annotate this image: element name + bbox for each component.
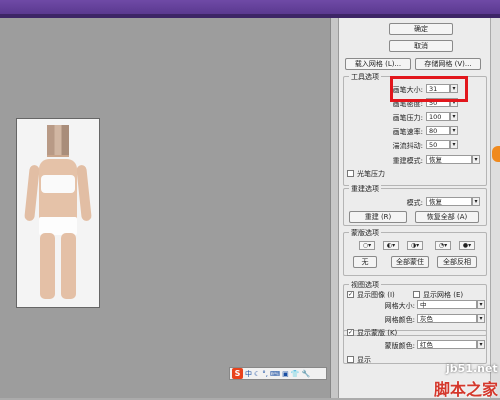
brush-pressure-input[interactable]: 100 xyxy=(426,112,450,121)
brush-rate-input[interactable]: 80 xyxy=(426,126,450,135)
ime-mode-label[interactable]: 中 xyxy=(245,369,252,379)
turbulent-jitter-dropdown[interactable]: ▾ xyxy=(450,140,458,149)
photo-preview[interactable] xyxy=(16,118,100,308)
view-options-title: 视图选项 xyxy=(349,280,381,290)
side-handle-icon[interactable] xyxy=(492,146,500,162)
mask-color-label: 蒙版颜色: xyxy=(384,342,415,350)
mesh-color-dropdown[interactable]: ▾ xyxy=(477,314,485,323)
mask-color-select[interactable]: 红色 xyxy=(417,340,477,349)
skin-icon[interactable]: ▣ xyxy=(282,370,289,378)
stylus-pressure-checkbox[interactable] xyxy=(347,170,354,177)
load-mesh-button[interactable]: 载入网格 (L)... xyxy=(345,58,411,70)
panel-scrollbar[interactable] xyxy=(490,18,500,398)
show-image-checkbox[interactable]: ✓ xyxy=(347,291,354,298)
site-watermark: jb51.net 脚本之家 xyxy=(420,360,500,399)
mask-none-button[interactable]: 无 xyxy=(353,256,377,268)
brush-rate-label: 画笔速率: xyxy=(392,128,423,136)
face-mosaic xyxy=(47,125,69,155)
figure-top xyxy=(41,175,75,193)
ok-button[interactable]: 确定 xyxy=(389,23,453,35)
show-mesh-label: 显示网格 (E) xyxy=(423,291,464,299)
mesh-color-select[interactable]: 灰色 xyxy=(417,314,477,323)
brush-size-highlight-box xyxy=(390,76,468,102)
rebuild-mode-label: 重建模式: xyxy=(392,157,423,165)
invert-all-button[interactable]: 全部反相 xyxy=(437,256,477,268)
mesh-color-label: 网格颜色: xyxy=(384,316,415,324)
shirt-icon[interactable]: 👕 xyxy=(291,370,300,378)
mask-invert-icon[interactable]: ●▾ xyxy=(459,241,475,250)
mask-options-title: 蒙版选项 xyxy=(349,228,381,238)
wrench-icon[interactable]: 🔧 xyxy=(301,370,310,378)
cancel-button[interactable]: 取消 xyxy=(389,40,453,52)
show-mask-checkbox[interactable]: ✓ xyxy=(347,329,354,336)
moon-icon[interactable]: ☾ xyxy=(254,370,260,378)
restore-all-button[interactable]: 恢复全部 (A) xyxy=(415,211,479,223)
mask-options-group xyxy=(343,232,487,276)
rebuild-options-title: 重建选项 xyxy=(349,184,381,194)
mode-label: 模式: xyxy=(406,199,423,207)
figure-left-arm xyxy=(24,164,40,222)
mask-intersect-icon[interactable]: ◔▾ xyxy=(435,241,451,250)
turbulent-jitter-input[interactable]: 50 xyxy=(426,140,450,149)
show-backdrop-checkbox[interactable] xyxy=(347,356,354,363)
liquify-options-panel: 确定 取消 载入网格 (L)... 存储网格 (V)... 工具选项 画笔大小:… xyxy=(338,18,490,398)
keyboard-icon[interactable]: ⌨ xyxy=(270,370,280,378)
mask-subtract-icon[interactable]: ◑▾ xyxy=(407,241,423,250)
mask-color-dropdown[interactable]: ▾ xyxy=(477,340,485,349)
stylus-pressure-label: 光笔压力 xyxy=(357,170,385,178)
window-title-bar xyxy=(0,0,500,18)
brush-rate-dropdown[interactable]: ▾ xyxy=(450,126,458,135)
show-backdrop-label: 显示 xyxy=(357,356,371,364)
turbulent-jitter-label: 湍流抖动: xyxy=(392,142,423,150)
mask-replace-icon[interactable]: ○▾ xyxy=(359,241,375,250)
figure-right-arm xyxy=(76,164,92,222)
watermark-name: 脚本之家 xyxy=(434,380,499,399)
mesh-size-label: 网格大小: xyxy=(384,302,415,310)
mask-all-button[interactable]: 全部蒙住 xyxy=(391,256,429,268)
show-mesh-checkbox[interactable] xyxy=(413,291,420,298)
mask-add-icon[interactable]: ◐▾ xyxy=(383,241,399,250)
rebuild-button[interactable]: 重建 (R) xyxy=(349,211,407,223)
tool-options-title: 工具选项 xyxy=(349,72,381,82)
mesh-size-dropdown[interactable]: ▾ xyxy=(477,300,485,309)
rebuild-mode-select[interactable]: 恢复 xyxy=(426,155,472,164)
panel-divider[interactable] xyxy=(330,18,338,398)
show-image-label: 显示图像 (I) xyxy=(357,291,395,299)
rebuild-mode-dropdown[interactable]: ▾ xyxy=(472,155,480,164)
mesh-size-select[interactable]: 中 xyxy=(417,300,477,309)
save-mesh-button[interactable]: 存储网格 (V)... xyxy=(415,58,481,70)
mode-dropdown[interactable]: ▾ xyxy=(472,197,480,206)
ime-logo-icon[interactable]: S xyxy=(232,368,243,379)
mode-select[interactable]: 恢复 xyxy=(426,197,472,206)
watermark-site: jb51.net xyxy=(446,362,498,375)
brush-pressure-dropdown[interactable]: ▾ xyxy=(450,112,458,121)
brush-pressure-label: 画笔压力: xyxy=(392,114,423,122)
ime-toolbar[interactable]: S 中 ☾ °, ⌨ ▣ 👕 🔧 xyxy=(229,367,327,380)
figure-left-leg xyxy=(40,233,55,299)
figure-right-leg xyxy=(61,233,76,299)
punctuation-icon[interactable]: °, xyxy=(262,370,268,378)
show-mask-label: 显示蒙版 (K) xyxy=(357,329,398,337)
